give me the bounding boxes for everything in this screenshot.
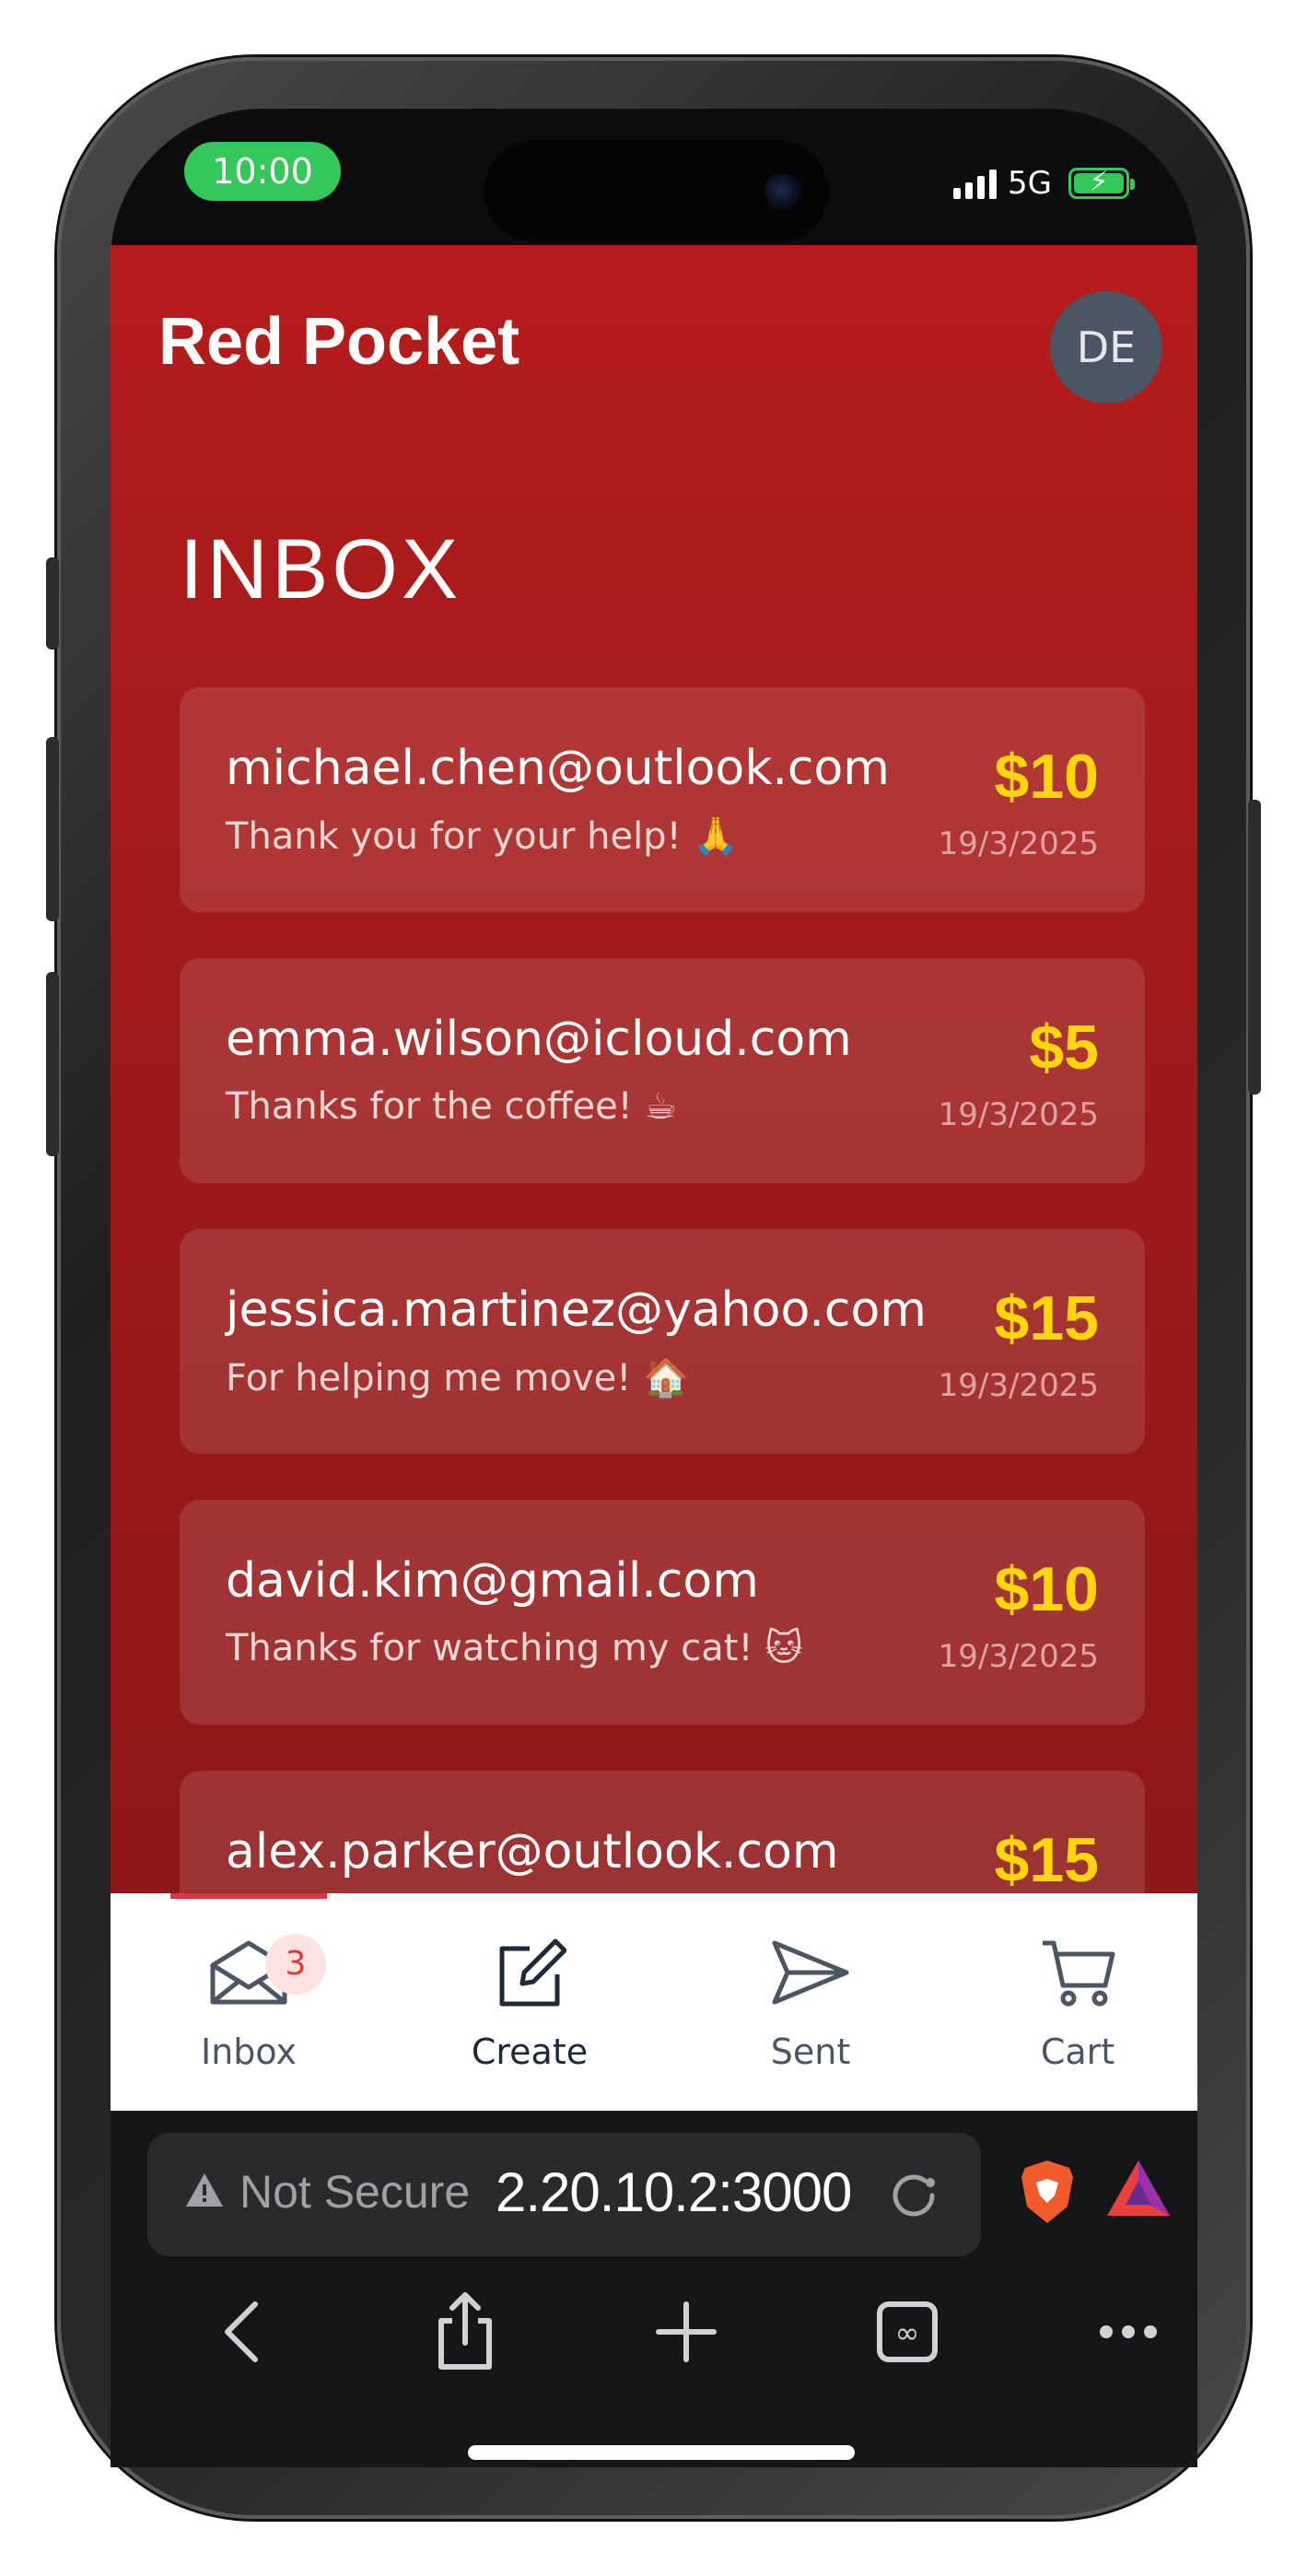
user-avatar[interactable]: DE bbox=[1050, 291, 1162, 404]
amount: $15 bbox=[994, 1283, 1099, 1353]
message-date: 19/3/2025 bbox=[938, 1638, 1099, 1675]
status-time: 10:00 bbox=[184, 142, 341, 201]
message-card[interactable]: david.kim@gmail.com Thanks for watching … bbox=[180, 1500, 1145, 1725]
tab-inbox[interactable]: 3 Inbox bbox=[138, 1893, 359, 2111]
dynamic-island bbox=[484, 140, 829, 243]
home-indicator[interactable] bbox=[468, 2445, 855, 2460]
message-date: 19/3/2025 bbox=[938, 1096, 1099, 1133]
tab-sent[interactable]: Sent bbox=[700, 1893, 921, 2111]
page-title: INBOX bbox=[180, 522, 462, 616]
send-icon bbox=[772, 1940, 849, 2005]
message-note: For helping me move! 🏠 bbox=[226, 1357, 689, 1399]
back-icon[interactable] bbox=[198, 2286, 290, 2378]
sender-email: emma.wilson@icloud.com bbox=[226, 1012, 852, 1067]
message-card[interactable]: emma.wilson@icloud.com Thanks for the co… bbox=[180, 958, 1145, 1183]
camera-icon bbox=[764, 173, 801, 210]
reload-icon[interactable] bbox=[884, 2166, 943, 2225]
message-card[interactable]: michael.chen@outlook.com Thank you for y… bbox=[180, 687, 1145, 912]
url-text: 2.20.10.2:3000 bbox=[496, 2161, 852, 2223]
action-button bbox=[46, 557, 59, 650]
cart-icon bbox=[1043, 1940, 1115, 2007]
tab-label: Inbox bbox=[201, 2032, 297, 2072]
tab-label: Cart bbox=[1040, 2032, 1115, 2072]
amount: $15 bbox=[994, 1825, 1099, 1895]
brave-rewards-icon[interactable] bbox=[1105, 2159, 1172, 2219]
message-card[interactable]: jessica.martinez@yahoo.com For helping m… bbox=[180, 1229, 1145, 1454]
battery-icon: ⚡ bbox=[1068, 166, 1135, 199]
sender-email: david.kim@gmail.com bbox=[226, 1553, 759, 1609]
warning-icon bbox=[186, 2173, 223, 2207]
browser-chrome: Not Secure 2.20.10.2:3000 ∞ bbox=[111, 2111, 1197, 2467]
sender-email: alex.parker@outlook.com bbox=[226, 1824, 839, 1879]
tab-create[interactable]: Create bbox=[419, 1893, 640, 2111]
message-note: Thanks for the coffee! ☕ bbox=[226, 1085, 678, 1128]
power-button bbox=[1248, 800, 1261, 1095]
tab-label: Create bbox=[471, 2032, 589, 2072]
share-icon[interactable] bbox=[419, 2286, 511, 2378]
amount: $5 bbox=[1029, 1013, 1099, 1083]
tab-cart[interactable]: Cart bbox=[967, 1893, 1188, 2111]
new-tab-icon[interactable] bbox=[640, 2286, 732, 2378]
message-note: Thanks for watching my cat! 🐱 bbox=[226, 1627, 803, 1669]
app-view: Red Pocket DE INBOX michael.chen@outlook… bbox=[111, 245, 1197, 1903]
security-label: Not Secure bbox=[239, 2166, 471, 2218]
volume-down-button bbox=[46, 972, 59, 1156]
sender-email: michael.chen@outlook.com bbox=[226, 741, 890, 796]
message-note: Thank you for your help! 🙏 bbox=[226, 815, 740, 858]
amount: $10 bbox=[994, 742, 1099, 812]
message-list: michael.chen@outlook.com Thank you for y… bbox=[180, 687, 1145, 1903]
message-date: 19/3/2025 bbox=[938, 825, 1099, 862]
svg-text:∞: ∞ bbox=[895, 2315, 920, 2350]
volume-up-button bbox=[46, 737, 59, 921]
bottom-tab-bar: 3 Inbox Create Sent Cart bbox=[111, 1893, 1197, 2111]
message-date: 19/3/2025 bbox=[938, 1367, 1099, 1404]
status-indicators: 5G ⚡ bbox=[953, 162, 1135, 205]
sender-email: jessica.martinez@yahoo.com bbox=[226, 1282, 927, 1338]
tab-label: Sent bbox=[770, 2032, 851, 2072]
signal-icon bbox=[953, 168, 997, 199]
message-card[interactable]: alex.parker@outlook.com $15 bbox=[180, 1771, 1145, 1903]
inbox-count-badge: 3 bbox=[265, 1934, 326, 1995]
more-icon[interactable] bbox=[1082, 2286, 1174, 2378]
app-title: Red Pocket bbox=[158, 305, 520, 379]
brave-shields-icon[interactable] bbox=[1018, 2159, 1077, 2225]
amount: $10 bbox=[994, 1554, 1099, 1624]
address-bar[interactable]: Not Secure 2.20.10.2:3000 bbox=[147, 2133, 981, 2256]
network-type: 5G bbox=[1008, 165, 1052, 202]
compose-icon bbox=[499, 1938, 566, 2007]
tabs-icon[interactable]: ∞ bbox=[861, 2286, 953, 2378]
